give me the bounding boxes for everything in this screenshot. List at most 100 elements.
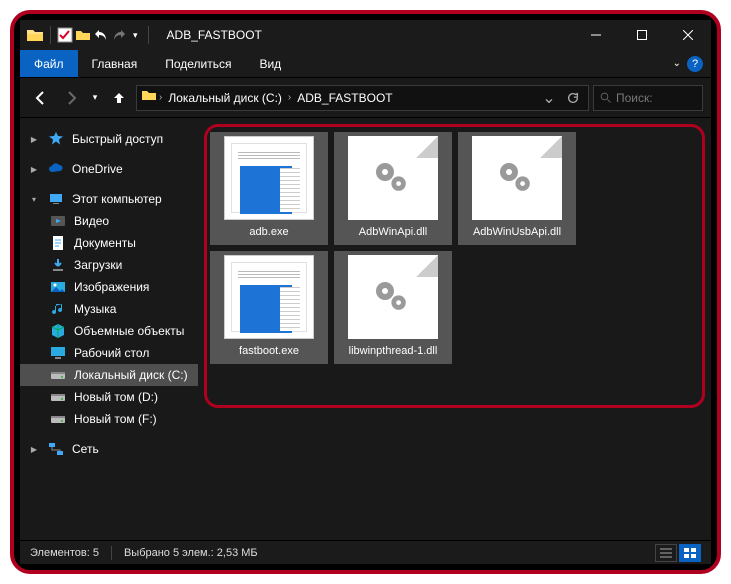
sidebar-item-label: Локальный диск (C:): [74, 368, 188, 382]
file-content-area[interactable]: adb.exe AdbWinApi.dll AdbWinUsbApi.dll fast…: [198, 118, 711, 540]
exe-icon: [224, 136, 314, 220]
file-label: libwinpthread-1.dll: [349, 345, 438, 358]
sidebar-item[interactable]: Загрузки: [20, 254, 198, 276]
dll-icon: [348, 136, 438, 220]
breadcrumb-root[interactable]: Локальный диск (C:): [164, 91, 286, 105]
folder-icon: [26, 26, 44, 44]
file-label: AdbWinApi.dll: [359, 226, 427, 239]
titlebar: ▾ ADB_FASTBOOT: [20, 20, 711, 50]
sidebar-onedrive[interactable]: ▶ OneDrive: [20, 158, 198, 180]
nav-back-button[interactable]: [28, 85, 54, 111]
sidebar-item-label: Новый том (F:): [74, 412, 157, 426]
status-selected: Выбрано 5 элем.: 2,53 МБ: [124, 547, 258, 559]
disk-icon: [50, 367, 66, 383]
status-item-count: Элементов: 5: [30, 547, 99, 559]
ribbon-tab-view[interactable]: Вид: [245, 50, 295, 77]
sidebar-quick-access[interactable]: ▶ Быстрый доступ: [20, 128, 198, 150]
sidebar-item-label: Музыка: [74, 302, 116, 316]
qa-dropdown-icon[interactable]: ▾: [129, 30, 142, 41]
sidebar-item[interactable]: Новый том (D:): [20, 386, 198, 408]
file-item[interactable]: fastboot.exe: [210, 251, 328, 364]
ribbon-expand-icon[interactable]: ⌄: [673, 58, 681, 69]
close-button[interactable]: [665, 20, 711, 50]
file-label: adb.exe: [249, 226, 288, 239]
cloud-icon: [48, 161, 64, 177]
music-icon: [50, 301, 66, 317]
ribbon-tab-file[interactable]: Файл: [20, 50, 78, 77]
chevron-right-icon[interactable]: ▶: [30, 165, 38, 173]
pics-icon: [50, 279, 66, 295]
disk-icon: [50, 389, 66, 405]
exe-icon: [224, 255, 314, 339]
qa-folder-icon[interactable]: [75, 27, 91, 43]
view-icons-button[interactable]: [679, 544, 701, 562]
file-item[interactable]: libwinpthread-1.dll: [334, 251, 452, 364]
sidebar-item-label: Рабочий стол: [74, 346, 149, 360]
search-input[interactable]: Поиск:: [593, 85, 703, 111]
chevron-right-icon[interactable]: ▶: [30, 445, 38, 453]
nav-forward-button[interactable]: [58, 85, 84, 111]
sidebar-item[interactable]: Новый том (F:): [20, 408, 198, 430]
view-details-button[interactable]: [655, 544, 677, 562]
help-icon[interactable]: ?: [687, 56, 703, 72]
nav-recent-dropdown[interactable]: ▾: [88, 85, 102, 111]
search-placeholder: Поиск:: [616, 91, 653, 105]
sidebar-item[interactable]: Локальный диск (C:): [20, 364, 198, 386]
chevron-right-icon[interactable]: ›: [159, 92, 162, 103]
maximize-button[interactable]: [619, 20, 665, 50]
qa-redo-icon[interactable]: [111, 27, 127, 43]
video-icon: [50, 213, 66, 229]
qa-undo-icon[interactable]: [93, 27, 109, 43]
sidebar-item-label: Новый том (D:): [74, 390, 158, 404]
ribbon-tab-home[interactable]: Главная: [78, 50, 152, 77]
nav-up-button[interactable]: [106, 85, 132, 111]
file-item[interactable]: AdbWinUsbApi.dll: [458, 132, 576, 245]
navbar: ▾ › Локальный диск (C:) › ADB_FASTBOOT ⌄…: [20, 78, 711, 118]
quick-access-toolbar: ▾: [20, 26, 159, 44]
sidebar-item[interactable]: Рабочий стол: [20, 342, 198, 364]
sidebar-item-label: Загрузки: [74, 258, 122, 272]
desk-icon: [50, 345, 66, 361]
file-label: fastboot.exe: [239, 345, 299, 358]
sidebar-item[interactable]: Музыка: [20, 298, 198, 320]
sidebar-item-label: Объемные объекты: [74, 324, 184, 338]
chevron-right-icon[interactable]: ▶: [30, 135, 38, 143]
file-label: AdbWinUsbApi.dll: [473, 226, 561, 239]
sidebar-item[interactable]: Видео: [20, 210, 198, 232]
explorer-window: ▾ ADB_FASTBOOT Файл Главная Поделиться В…: [20, 20, 711, 564]
sidebar-item[interactable]: Документы: [20, 232, 198, 254]
file-item[interactable]: adb.exe: [210, 132, 328, 245]
chevron-down-icon[interactable]: ▾: [30, 195, 38, 203]
sidebar: ▶ Быстрый доступ ▶ OneDrive ▾ Этот компь…: [20, 118, 198, 540]
disk-icon: [50, 411, 66, 427]
sidebar-item[interactable]: Изображения: [20, 276, 198, 298]
ribbon: Файл Главная Поделиться Вид ⌄ ?: [20, 50, 711, 78]
3d-icon: [50, 323, 66, 339]
minimize-button[interactable]: [573, 20, 619, 50]
ribbon-tab-share[interactable]: Поделиться: [151, 50, 245, 77]
star-icon: [48, 131, 64, 147]
sidebar-network[interactable]: ▶ Сеть: [20, 438, 198, 460]
qa-checkbox-icon[interactable]: [57, 27, 73, 43]
address-folder-icon: [141, 87, 157, 108]
sidebar-item[interactable]: Объемные объекты: [20, 320, 198, 342]
annotation-frame: ▾ ADB_FASTBOOT Файл Главная Поделиться В…: [10, 10, 721, 574]
breadcrumb-folder[interactable]: ADB_FASTBOOT: [293, 91, 396, 105]
docs-icon: [50, 235, 66, 251]
dll-icon: [348, 255, 438, 339]
address-bar[interactable]: › Локальный диск (C:) › ADB_FASTBOOT ⌄: [136, 85, 589, 111]
sidebar-this-pc[interactable]: ▾ Этот компьютер: [20, 188, 198, 210]
down-icon: [50, 257, 66, 273]
window-title: ADB_FASTBOOT: [167, 28, 262, 42]
sidebar-item-label: Изображения: [74, 280, 149, 294]
refresh-button[interactable]: [562, 86, 584, 110]
address-history-dropdown[interactable]: ⌄: [538, 86, 560, 110]
statusbar: Элементов: 5 Выбрано 5 элем.: 2,53 МБ: [20, 540, 711, 564]
pc-icon: [48, 191, 64, 207]
chevron-right-icon[interactable]: ›: [288, 92, 291, 103]
file-item[interactable]: AdbWinApi.dll: [334, 132, 452, 245]
network-icon: [48, 441, 64, 457]
sidebar-item-label: Видео: [74, 214, 109, 228]
sidebar-item-label: Документы: [74, 236, 136, 250]
dll-icon: [472, 136, 562, 220]
